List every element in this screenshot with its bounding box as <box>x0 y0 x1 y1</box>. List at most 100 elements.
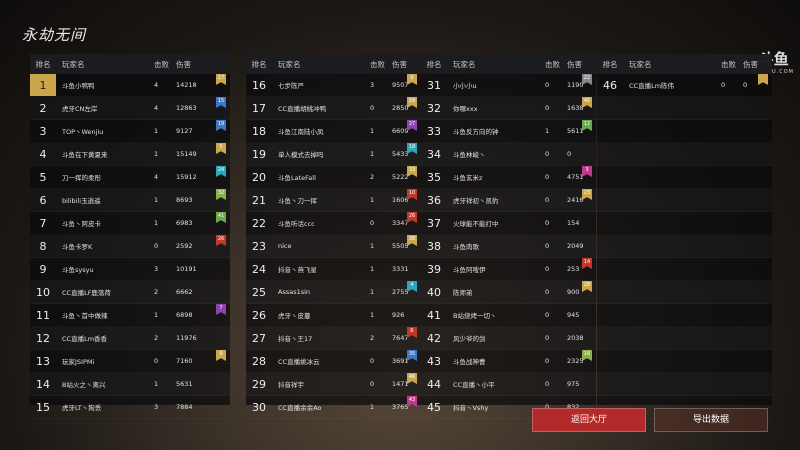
kills-cell: 0 <box>545 150 550 158</box>
kills-cell: 4 <box>154 104 159 112</box>
table-row[interactable]: 18 斗鱼江南陆小凤 1 6609 27 <box>246 120 421 143</box>
rank-cell: 19 <box>252 147 266 161</box>
table-row[interactable]: 46 CC直播Lm陈伟 0 0 <box>597 74 772 97</box>
table-row[interactable]: 32 你哪xxx 0 1638 45 <box>421 97 596 120</box>
player-name-cell: bilibili玉逍遥 <box>62 197 101 205</box>
table-row[interactable]: 35 斗鱼玄米z 0 4751 3 <box>421 166 596 189</box>
table-row[interactable]: 9 斗鱼sysyu 3 10191 <box>30 258 230 281</box>
table-row[interactable]: 37 火球能不能打中 0 154 <box>421 212 596 235</box>
team-number-tag: 26 <box>216 235 226 246</box>
kills-cell: 1 <box>154 150 159 158</box>
return-lobby-button[interactable]: 返回大厅 <box>532 408 646 432</box>
table-row[interactable]: 17 CC直播胡桃冲鸭 0 2850 29 <box>246 97 421 120</box>
kills-cell: 2 <box>154 334 159 342</box>
player-name-cell: CC直播余余Ao <box>278 404 322 412</box>
rank-cell: 28 <box>252 354 266 368</box>
table-row[interactable]: 13 玩家JSIPMi 0 7160 9 <box>30 350 230 373</box>
kills-cell: 0 <box>154 242 159 250</box>
table-row <box>597 350 772 373</box>
table-row[interactable]: 14 B站火之丶离兴 1 5631 <box>30 373 230 396</box>
table-row[interactable]: 11 斗鱼丶首中做辣 1 6898 7 <box>30 304 230 327</box>
scoreboard-panel: 排名 玩家名 击败 伤害 1 斗鱼小鸭鸭 4 14218 17 2 虎牙CN左岸 4 12863 15 3 T… <box>30 54 230 414</box>
table-header: 排名 玩家名 击败 伤害 <box>597 54 772 74</box>
kills-cell: 0 <box>721 81 726 89</box>
table-row[interactable]: 24 抖音丶燕飞星 1 3331 <box>246 258 421 281</box>
table-row[interactable]: 8 斗鱼卡罗K 0 2592 26 <box>30 235 230 258</box>
table-row[interactable]: 27 抖音丶王17 2 7647 6 <box>246 327 421 350</box>
header-player: 玩家名 <box>278 59 301 69</box>
table-row[interactable]: 41 B站烧烤一切丶 0 945 <box>421 304 596 327</box>
table-row[interactable]: 20 斗鱼LateFall 2 5222 33 <box>246 166 421 189</box>
table-row[interactable]: 25 Assas1sin 1 2755 4 <box>246 281 421 304</box>
kills-cell: 2 <box>154 288 159 296</box>
player-name-cell: 斗鱼反方向的钟 <box>453 128 499 136</box>
player-name-cell: 虎牙LT丶狗丢 <box>62 404 102 412</box>
table-row[interactable]: 39 斗鱼阿嗖伊 0 253 14 <box>421 258 596 281</box>
table-row[interactable]: 23 nice 1 5505 38 <box>246 235 421 258</box>
player-name-cell: 虎牙丶皮蔓 <box>278 312 311 320</box>
damage-cell: 5631 <box>176 380 193 388</box>
table-row <box>597 235 772 258</box>
player-name-cell: 你哪xxx <box>453 105 478 113</box>
rank-cell: 13 <box>36 354 50 368</box>
table-row[interactable]: 21 斗鱼丶刀一挥 1 1606 10 <box>246 189 421 212</box>
table-row[interactable]: 3 TOP丶Wenjiu 1 9127 19 <box>30 120 230 143</box>
table-row[interactable]: 15 虎牙LT丶狗丢 3 7884 <box>30 396 230 419</box>
damage-cell: 8693 <box>176 196 193 204</box>
player-name-cell: 抖音祥宇 <box>278 381 304 389</box>
table-row[interactable]: 12 CC直播Lm香香 2 11976 <box>30 327 230 350</box>
table-row[interactable]: 28 CC直播姚冰云 0 3691 35 <box>246 350 421 373</box>
damage-cell: 7884 <box>176 403 193 411</box>
team-number-tag: 7 <box>216 304 226 315</box>
player-name-cell: Assas1sin <box>278 288 311 296</box>
player-name-cell: 小小小u <box>453 82 477 90</box>
kills-cell: 0 <box>154 357 159 365</box>
table-row[interactable]: 44 CC直播丶小平 0 975 <box>421 373 596 396</box>
table-row[interactable]: 31 小小小u 0 1190 22 <box>421 74 596 97</box>
table-row[interactable]: 22 斗鱼听话ccc 0 3347 26 <box>246 212 421 235</box>
rank-cell: 25 <box>252 285 266 299</box>
table-row[interactable]: 36 虎牙祥初丶凯豹 0 2416 23 <box>421 189 596 212</box>
table-row <box>597 373 772 396</box>
player-name-cell: CC直播丶小平 <box>453 381 495 389</box>
table-row[interactable]: 33 斗鱼反方向的钟 1 5611 12 <box>421 120 596 143</box>
table-row[interactable]: 4 斗鱼在下黄夏来 1 15149 5 <box>30 143 230 166</box>
rank-cell: 32 <box>427 101 441 115</box>
header-player: 玩家名 <box>629 59 652 69</box>
kills-cell: 0 <box>545 380 550 388</box>
table-row[interactable]: 5 刀一挥的柔彤 4 15912 24 <box>30 166 230 189</box>
table-row[interactable]: 29 抖音祥宇 0 1471 46 <box>246 373 421 396</box>
rank-cell: 36 <box>427 193 441 207</box>
rank-cell: 15 <box>36 400 50 414</box>
table-row[interactable]: 10 CC直播LF鹿落荷 2 6662 <box>30 281 230 304</box>
rank-cell: 27 <box>252 331 266 345</box>
player-name-cell: 抖音丶Vshy <box>453 404 489 412</box>
export-data-button[interactable]: 导出数据 <box>654 408 768 432</box>
damage-cell: 926 <box>392 311 405 319</box>
table-row[interactable]: 2 虎牙CN左岸 4 12863 15 <box>30 97 230 120</box>
table-row <box>597 189 772 212</box>
table-row[interactable]: 38 斗鱼肉歌 0 2049 <box>421 235 596 258</box>
table-row[interactable]: 7 斗鱼丶阿皮卡 1 6983 41 <box>30 212 230 235</box>
table-row[interactable]: 19 单人模式去掉吗 1 5433 18 <box>246 143 421 166</box>
kills-cell: 0 <box>545 81 550 89</box>
table-row[interactable]: 42 风少爷的剑 0 2038 <box>421 327 596 350</box>
table-row[interactable]: 43 斗鱼战神曹 0 2325 16 <box>421 350 596 373</box>
table-row[interactable]: 26 虎牙丶皮蔓 1 926 <box>246 304 421 327</box>
table-row[interactable]: 40 陈师弟 0 900 28 <box>421 281 596 304</box>
header-kills: 击败 <box>721 59 736 69</box>
header-rank: 排名 <box>251 59 267 69</box>
table-row[interactable]: 1 斗鱼小鸭鸭 4 14218 17 <box>30 74 230 97</box>
table-row[interactable]: 34 斗鱼林峻丶 0 0 <box>421 143 596 166</box>
player-name-cell: 斗鱼丶阿皮卡 <box>62 220 101 228</box>
kills-cell: 1 <box>370 150 375 158</box>
table-row[interactable]: 16 七步陈严 3 9507 9 <box>246 74 421 97</box>
kills-cell: 1 <box>154 311 159 319</box>
player-name-cell: 斗鱼sysyu <box>62 266 94 274</box>
table-row[interactable]: 6 bilibili玉逍遥 1 8693 32 <box>30 189 230 212</box>
player-name-cell: CC直播LF鹿落荷 <box>62 289 111 297</box>
kills-cell: 0 <box>545 219 550 227</box>
table-row <box>597 258 772 281</box>
table-row[interactable]: 30 CC直播余余Ao 1 3765 43 <box>246 396 421 419</box>
player-name-cell: 刀一挥的柔彤 <box>62 174 101 182</box>
